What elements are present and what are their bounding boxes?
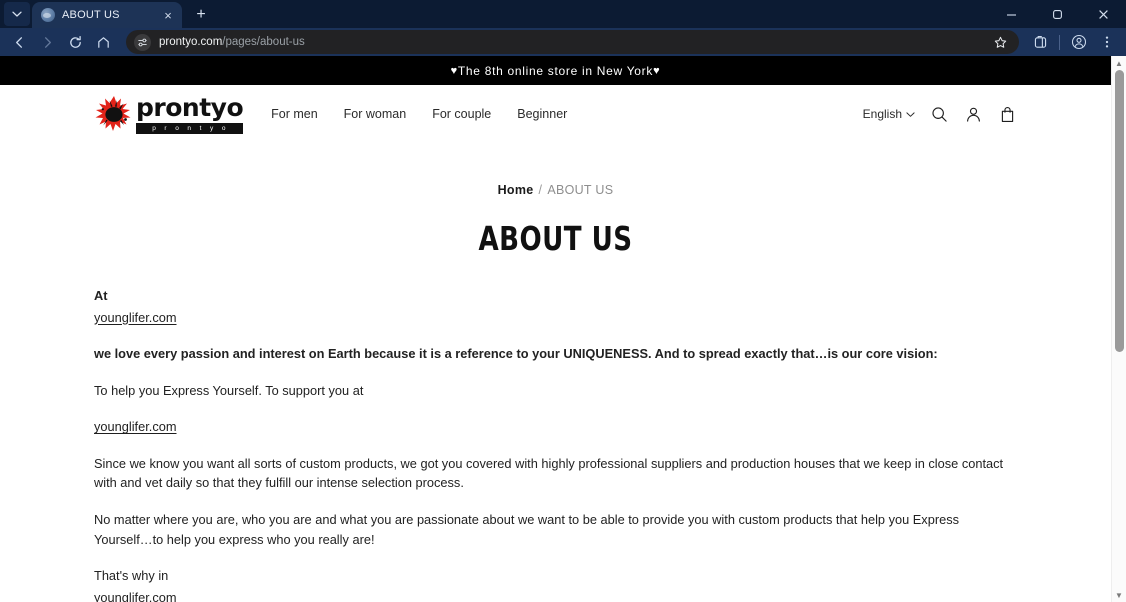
- heart-icon-right: ♥: [653, 64, 661, 77]
- paragraph-no-matter: No matter where you are, who you are and…: [94, 512, 959, 547]
- announcement-bar: ♥ The 8th online store in New York ♥: [0, 56, 1111, 85]
- paragraph-vision: we love every passion and interest on Ea…: [94, 344, 1017, 364]
- site-logo[interactable]: prontyo p r o n t y o: [94, 92, 244, 134]
- paragraph-thats-why: That's why in: [94, 568, 169, 584]
- link-younglifer-1[interactable]: younglifer.com: [94, 310, 177, 325]
- link-younglifer-3[interactable]: younglifer.com: [94, 590, 177, 602]
- ink-splat-icon: [95, 96, 131, 131]
- heart-icon-left: ♥: [450, 64, 458, 77]
- sliders-icon: [138, 38, 147, 46]
- site-header: prontyo p r o n t y o For men For woman …: [0, 85, 1111, 143]
- breadcrumb-separator: /: [538, 183, 543, 197]
- scroll-up-arrow[interactable]: ▲: [1112, 56, 1126, 70]
- new-tab-button[interactable]: +: [188, 3, 214, 27]
- url-path: /pages/about-us: [222, 36, 305, 48]
- logo-wordmark-group: prontyo p r o n t y o: [136, 92, 244, 134]
- header-utilities: English: [863, 104, 1017, 124]
- scrollbar-thumb[interactable]: [1115, 70, 1124, 352]
- reload-icon: [69, 35, 81, 48]
- breadcrumb-home[interactable]: Home: [498, 183, 534, 197]
- browser-window: ABOUT US × + prontyo.com/pages/about-us …: [0, 0, 1126, 602]
- language-selector[interactable]: English: [863, 107, 915, 121]
- side-panel-icon: [1034, 35, 1046, 48]
- close-window-button[interactable]: [1080, 0, 1126, 28]
- language-label: English: [862, 107, 902, 121]
- paragraph-at: At: [94, 286, 1017, 306]
- account-icon: [966, 107, 980, 122]
- chevron-down-icon: [906, 111, 915, 117]
- logo-subbar: p r o n t y o: [136, 122, 244, 134]
- paragraph-suppliers: Since we know you want all sorts of cust…: [94, 455, 1004, 491]
- chevron-down-icon: [12, 11, 22, 17]
- maximize-button[interactable]: [1034, 0, 1080, 28]
- search-button[interactable]: [929, 104, 949, 124]
- tune-icon[interactable]: [134, 33, 151, 51]
- paragraph-at-text: At: [94, 288, 108, 303]
- bookmark-star-icon[interactable]: [991, 33, 1009, 51]
- chrome-menu-button[interactable]: [1094, 30, 1120, 54]
- star-icon: [994, 36, 1006, 48]
- main-content: Home / ABOUT US ABOUT US At younglifer.com…: [0, 183, 1111, 602]
- paragraph-link-2: younglifer.com: [94, 417, 1017, 437]
- link-younglifer-2[interactable]: younglifer.com: [94, 419, 177, 434]
- paragraph-link-3: younglifer.com: [94, 588, 1017, 602]
- page-scrollbar[interactable]: ▲ ▼: [1111, 56, 1126, 602]
- shopping-bag-icon: [1001, 106, 1013, 122]
- logo-wordmark: prontyo: [136, 92, 244, 122]
- maximize-icon: [1052, 9, 1062, 19]
- tab-search-button[interactable]: [4, 2, 30, 26]
- url-text: prontyo.com/pages/about-us: [159, 36, 983, 48]
- profile-icon: [1071, 34, 1087, 50]
- nav-item-for-woman[interactable]: For woman: [344, 107, 407, 121]
- home-button[interactable]: [90, 30, 116, 54]
- paragraph-link-1: younglifer.com: [94, 308, 1017, 328]
- minimize-button[interactable]: [988, 0, 1034, 28]
- main-nav: For men For woman For couple Beginner: [271, 107, 567, 121]
- nav-item-for-couple[interactable]: For couple: [432, 107, 491, 121]
- close-icon[interactable]: ×: [160, 7, 176, 23]
- nav-item-beginner[interactable]: Beginner: [517, 107, 567, 121]
- browser-toolbar: prontyo.com/pages/about-us: [0, 28, 1126, 56]
- search-icon: [931, 106, 947, 122]
- page-viewport: ♥ The 8th online store in New York ♥ pro…: [0, 56, 1126, 602]
- breadcrumb-current: ABOUT US: [547, 183, 614, 197]
- profile-button[interactable]: [1066, 30, 1092, 54]
- url-host: prontyo.com: [159, 36, 223, 48]
- page-title: ABOUT US: [478, 219, 633, 258]
- announcement-text: The 8th online store in New York: [457, 63, 654, 78]
- window-controls: [988, 0, 1126, 28]
- nav-item-for-men[interactable]: For men: [271, 107, 318, 121]
- forward-button[interactable]: [34, 30, 60, 54]
- tab-strip: ABOUT US × +: [0, 0, 1126, 28]
- three-dot-menu-icon: [1105, 36, 1109, 48]
- tab-title: ABOUT US: [62, 9, 120, 21]
- close-icon: [1098, 9, 1108, 19]
- browser-tab[interactable]: ABOUT US ×: [32, 2, 182, 28]
- cart-button[interactable]: [997, 104, 1017, 124]
- scroll-down-arrow[interactable]: ▼: [1112, 588, 1126, 602]
- globe-icon: [41, 8, 55, 22]
- back-icon: [15, 36, 22, 48]
- about-us-body: At younglifer.com we love every passion …: [94, 286, 1017, 602]
- paragraph-support: To help you Express Yourself. To support…: [94, 382, 364, 398]
- side-panel-button[interactable]: [1027, 30, 1053, 54]
- breadcrumb: Home / ABOUT US: [94, 183, 1017, 197]
- minimize-icon: [1006, 13, 1016, 16]
- reload-button[interactable]: [62, 30, 88, 54]
- forward-icon: [44, 36, 51, 48]
- paragraph-vision-text: we love every passion and interest on Ea…: [94, 346, 938, 362]
- account-button[interactable]: [963, 104, 983, 124]
- home-icon: [97, 36, 109, 48]
- web-page: ♥ The 8th online store in New York ♥ pro…: [0, 56, 1111, 602]
- back-button[interactable]: [6, 30, 32, 54]
- toolbar-divider: [1059, 34, 1060, 50]
- address-bar[interactable]: prontyo.com/pages/about-us: [126, 30, 1019, 54]
